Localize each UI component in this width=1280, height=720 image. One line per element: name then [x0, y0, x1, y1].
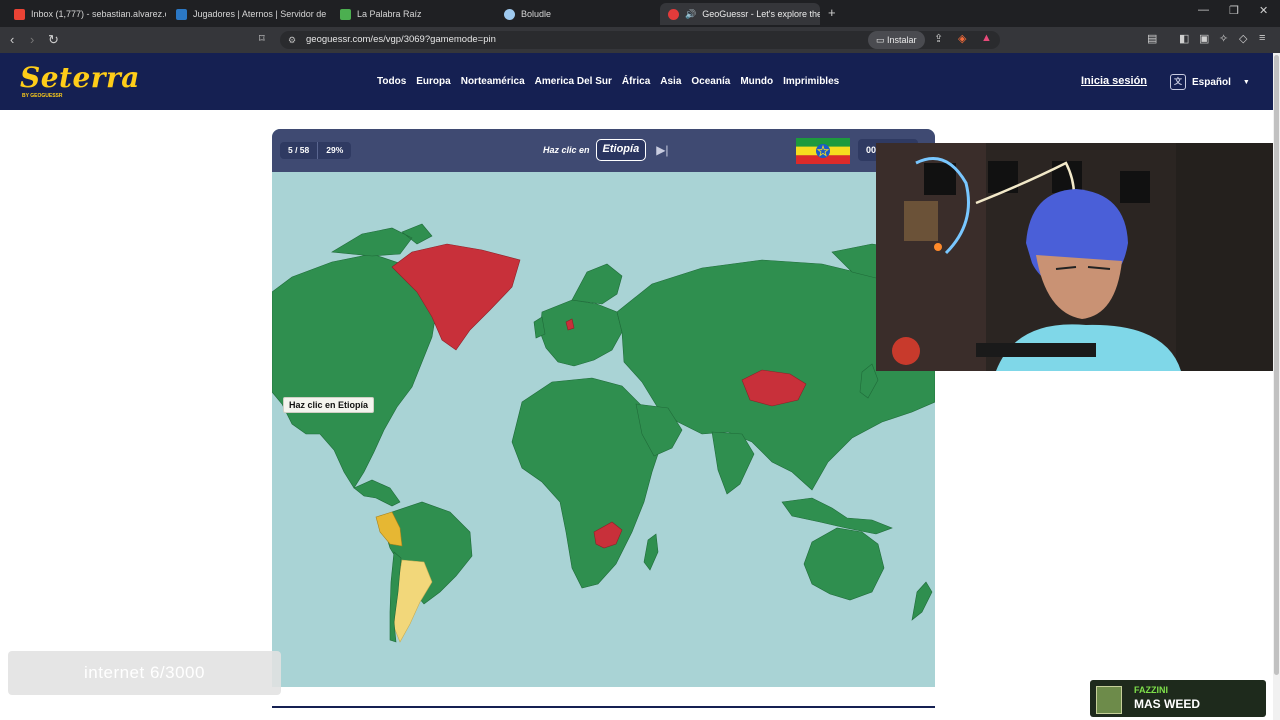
translate-icon: 文 — [1170, 74, 1186, 90]
nav-mundo[interactable]: Mundo — [740, 76, 773, 87]
nav-europa[interactable]: Europa — [416, 76, 450, 87]
skip-icon[interactable]: ▶| — [656, 143, 668, 157]
nav-todos[interactable]: Todos — [377, 76, 406, 87]
target-country: Etiopía — [595, 139, 647, 161]
install-button[interactable]: ▭ Instalar — [868, 31, 925, 49]
back-icon[interactable]: ‹ — [10, 32, 14, 47]
gmail-icon — [14, 8, 25, 20]
login-link[interactable]: Inicia sesión — [1081, 75, 1147, 87]
brave-shield-icon[interactable]: ◈ — [958, 32, 966, 45]
progress-counter: 5 / 58 — [280, 142, 318, 159]
tab-label: Jugadores | Aternos | Servidor de Mi — [193, 9, 328, 19]
tab-palabra[interactable]: La Palabra Raíz — [332, 3, 492, 25]
aternos-icon — [176, 8, 187, 20]
site-info-icon[interactable]: ⚙ — [288, 31, 296, 49]
nav-oceania[interactable]: Oceanía — [691, 76, 730, 87]
world-map[interactable] — [272, 172, 935, 687]
scrollbar-thumb[interactable] — [1274, 55, 1279, 675]
now-playing-widget: FAZZINI MAS WEED — [1090, 680, 1266, 717]
main-nav: Todos Europa Norteamérica America Del Su… — [377, 76, 849, 87]
vpn-icon[interactable]: ◇ — [1239, 32, 1247, 45]
browser-tab-bar: Inbox (1,777) - sebastian.alvarez.ortiz … — [0, 0, 1280, 27]
question-prompt: Haz clic en Etiopía ▶| — [543, 139, 669, 161]
score-percent: 29% — [317, 142, 352, 159]
close-window-icon[interactable]: ✕ — [1259, 4, 1268, 17]
site-header: Seterra BY GEOGUESSR Todos Europa Nortea… — [0, 53, 1273, 110]
webcam-overlay — [876, 143, 1273, 371]
restore-icon[interactable]: ❐ — [1229, 4, 1239, 17]
url-text: geoguessr.com/es/vgp/3069?gamemode=pin — [306, 34, 496, 45]
logo-subtitle: BY GEOGUESSR — [22, 93, 63, 99]
share-icon[interactable]: ⇪ — [934, 32, 943, 45]
tab-boludle[interactable]: Boludle — [496, 3, 656, 25]
brave-rewards-icon[interactable]: ▲ — [981, 32, 992, 44]
monitor-icon: ▭ — [876, 35, 885, 45]
tab-label: GeoGuessr - Let's explore the — [702, 9, 820, 19]
nav-imprimibles[interactable]: Imprimibles — [783, 76, 839, 87]
bookmark-icon[interactable]: ⌑ — [259, 32, 265, 45]
geoguessr-icon — [668, 8, 679, 20]
speaker-icon: 🔊 — [685, 8, 697, 19]
webcam-feed-image — [876, 143, 1273, 371]
boludle-icon — [504, 8, 515, 20]
reload-icon[interactable]: ↻ — [48, 32, 59, 48]
menu-icon[interactable]: ≡ — [1259, 32, 1265, 44]
ethiopia-flag — [796, 138, 850, 164]
song-title: MAS WEED — [1134, 697, 1200, 711]
reader-icon[interactable]: ▤ — [1147, 32, 1157, 45]
forward-icon[interactable]: › — [30, 32, 34, 47]
palabra-icon — [340, 8, 351, 20]
new-tab-icon[interactable]: + — [828, 5, 836, 20]
prompt-label: Haz clic en — [543, 145, 590, 155]
sidebar-icon[interactable]: ◧ — [1179, 32, 1189, 45]
section-divider — [272, 706, 935, 708]
tab-aternos[interactable]: Jugadores | Aternos | Servidor de Mi — [168, 3, 328, 25]
language-selector[interactable]: 文 Español ▼ — [1170, 74, 1250, 90]
internet-counter: internet 6/3000 — [8, 651, 281, 695]
nav-america-del-sur[interactable]: America Del Sur — [535, 76, 612, 87]
seterra-logo[interactable]: Seterra — [20, 61, 140, 94]
install-label: Instalar — [887, 35, 917, 45]
album-art — [1096, 686, 1122, 714]
nav-asia[interactable]: Asia — [660, 76, 681, 87]
tab-geoguessr[interactable]: 🔊 GeoGuessr - Let's explore the ✕ — [660, 3, 820, 25]
nav-norteamerica[interactable]: Norteamérica — [461, 76, 525, 87]
caret-down-icon: ▼ — [1242, 78, 1250, 86]
wallet-icon[interactable]: ▣ — [1199, 32, 1209, 45]
tab-label: Boludle — [521, 9, 552, 19]
nav-africa[interactable]: África — [622, 76, 650, 87]
game-toolbar: 5 / 58 29% Haz clic en Etiopía ▶| 00 — [272, 129, 935, 172]
leo-icon[interactable]: ✧ — [1219, 32, 1228, 45]
address-toolbar: ‹ › ↻ ⌑ ⚙ geoguessr.com/es/vgp/3069?game… — [0, 27, 1280, 53]
tab-label: La Palabra Raíz — [357, 9, 422, 19]
hover-tooltip: Haz clic en Etiopía — [283, 397, 375, 413]
tab-gmail[interactable]: Inbox (1,777) - sebastian.alvarez.ortiz — [6, 3, 166, 25]
minimize-icon[interactable]: — — [1198, 4, 1209, 16]
tab-label: Inbox (1,777) - sebastian.alvarez.ortiz — [31, 9, 166, 19]
language-label: Español — [1192, 76, 1231, 88]
game-stats: 5 / 58 29% — [280, 142, 352, 159]
song-artist: FAZZINI — [1134, 685, 1168, 695]
